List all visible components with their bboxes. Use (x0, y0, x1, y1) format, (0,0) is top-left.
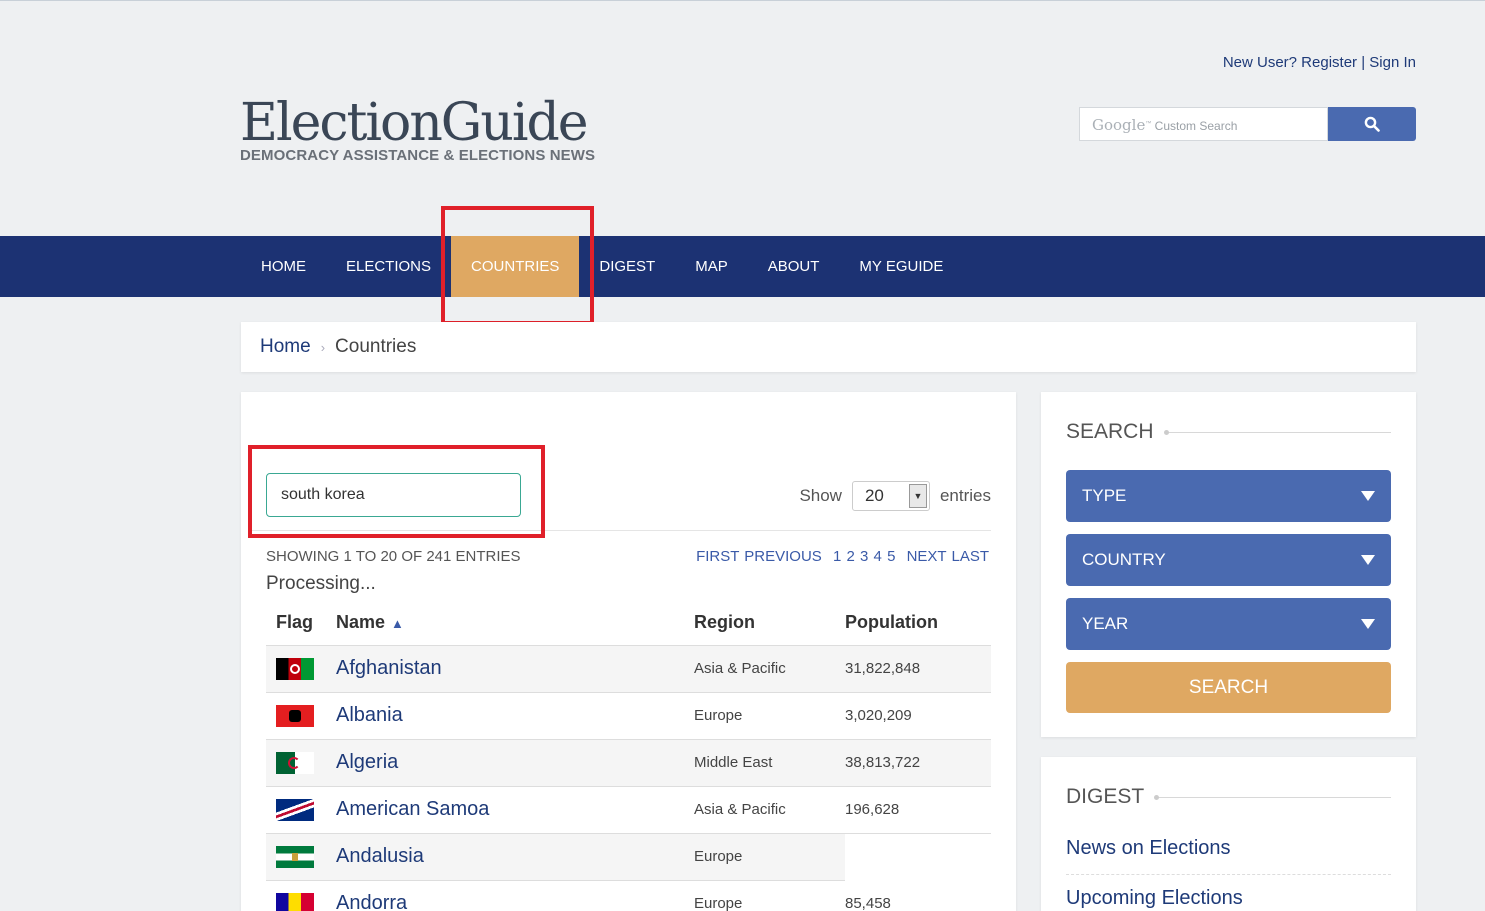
logo-tagline: DEMOCRACY ASSISTANCE & ELECTIONS NEWS (240, 147, 596, 164)
pager-page-4[interactable]: 4 (874, 548, 882, 565)
title-divider (1154, 794, 1391, 800)
column-header-name[interactable]: Name ▲ (336, 601, 694, 646)
pagination: FIRST PREVIOUS 1 2 3 4 5 NEXT LAST (696, 548, 989, 565)
column-header-region[interactable]: Region (694, 601, 845, 646)
pager-last[interactable]: LAST (951, 548, 989, 565)
breadcrumb-current: Countries (335, 336, 417, 357)
site-search-input[interactable]: Google™ Custom Search (1079, 107, 1328, 141)
chevron-down-icon: ▼ (908, 484, 927, 508)
column-header-name-label: Name (336, 612, 386, 633)
countries-table: Flag Name ▲ Region Population Afghanistan… (266, 601, 991, 911)
digest-link-news[interactable]: News on Elections (1066, 825, 1391, 875)
pager-next[interactable]: NEXT (907, 548, 947, 565)
entries-length-control: Show 20 ▼ entries (799, 481, 991, 511)
table-info: SHOWING 1 TO 20 OF 241 ENTRIES (266, 548, 521, 565)
entries-label: entries (939, 486, 991, 505)
entries-select-value: 20 (864, 486, 884, 505)
pager-page-5[interactable]: 5 (887, 548, 895, 565)
logo-title: ElectionGuide (240, 93, 589, 153)
search-widget: SEARCH TYPE COUNTRY YEAR SEARCH (1041, 392, 1416, 737)
table-row: American Samoa Asia & Pacific 196,628 (266, 786, 991, 834)
breadcrumb-separator: › (320, 339, 326, 355)
country-population: 85,458 (845, 880, 991, 911)
pager-previous[interactable]: PREVIOUS (744, 548, 822, 565)
country-name-link[interactable]: American Samoa (336, 786, 694, 834)
country-region: Europe (694, 692, 845, 740)
country-region: Middle East (694, 739, 845, 787)
account-links: New User? Register | Sign In (1223, 54, 1416, 71)
digest-widget-title-text: DIGEST (1066, 785, 1145, 808)
search-widget-title: SEARCH (1066, 420, 1391, 444)
year-dropdown[interactable]: YEAR (1066, 598, 1391, 650)
caret-down-icon (1361, 619, 1375, 629)
search-widget-title-text: SEARCH (1066, 420, 1154, 443)
highlight-box-countries (441, 206, 594, 325)
table-row: Algeria Middle East 38,813,722 (266, 739, 991, 787)
pager-first[interactable]: FIRST (696, 548, 739, 565)
country-name-link[interactable]: Afghanistan (336, 645, 694, 693)
nav-about[interactable]: ABOUT (748, 236, 840, 297)
show-label: Show (799, 486, 842, 505)
nav-home[interactable]: HOME (241, 236, 326, 297)
nav-elections[interactable]: ELECTIONS (326, 236, 451, 297)
country-name-link[interactable]: Andalusia (336, 833, 694, 881)
pager-page-1[interactable]: 1 (833, 548, 841, 565)
caret-down-icon (1361, 555, 1375, 565)
type-dropdown[interactable]: TYPE (1066, 470, 1391, 522)
digest-link-upcoming[interactable]: Upcoming Elections (1066, 875, 1391, 911)
processing-indicator: Processing... (266, 573, 376, 594)
andalusia-flag-icon (276, 845, 314, 868)
nav-my-eguide[interactable]: MY EGUIDE (839, 236, 963, 297)
digest-widget: DIGEST News on Elections Upcoming Electi… (1041, 757, 1416, 911)
country-region: Europe (694, 880, 845, 911)
table-row: Albania Europe 3,020,209 (266, 692, 991, 740)
afghanistan-flag-icon (276, 657, 314, 680)
site-logo[interactable]: ElectionGuide DEMOCRACY ASSISTANCE & ELE… (240, 93, 595, 164)
sort-asc-icon: ▲ (391, 616, 404, 632)
pager-page-3[interactable]: 3 (860, 548, 868, 565)
algeria-flag-icon (276, 751, 314, 774)
main-nav: HOME ELECTIONS COUNTRIES DIGEST MAP ABOU… (0, 236, 1485, 297)
entries-select[interactable]: 20 ▼ (851, 481, 930, 511)
title-divider (1163, 429, 1391, 435)
column-header-population[interactable]: Population (845, 601, 991, 646)
sign-in-link[interactable]: Sign In (1369, 54, 1416, 71)
country-population (845, 833, 991, 880)
country-dropdown-label: COUNTRY (1082, 550, 1166, 569)
american-samoa-flag-icon (276, 798, 314, 821)
sidebar-search-button[interactable]: SEARCH (1066, 662, 1391, 713)
caret-down-icon (1361, 491, 1375, 501)
search-placeholder: Custom Search (1154, 119, 1238, 133)
type-dropdown-label: TYPE (1082, 486, 1127, 505)
andorra-flag-icon (276, 892, 314, 911)
breadcrumb-home[interactable]: Home (260, 336, 311, 358)
breadcrumb: Home › Countries (241, 322, 1416, 372)
country-population: 196,628 (845, 786, 991, 834)
pager-page-2[interactable]: 2 (847, 548, 855, 565)
nav-map[interactable]: MAP (675, 236, 748, 297)
country-population: 31,822,848 (845, 645, 991, 693)
search-icon (1364, 116, 1380, 132)
highlight-box-filter (248, 445, 545, 538)
country-population: 38,813,722 (845, 739, 991, 787)
search-brand: Google (1092, 116, 1146, 134)
table-row: Afghanistan Asia & Pacific 31,822,848 (266, 645, 991, 693)
country-region: Asia & Pacific (694, 786, 845, 834)
country-name-link[interactable]: Andorra (336, 880, 694, 911)
account-links-separator: | (1361, 54, 1366, 71)
country-region: Asia & Pacific (694, 645, 845, 693)
table-row: Andalusia Europe (266, 833, 991, 881)
register-link[interactable]: New User? Register (1223, 54, 1357, 71)
country-name-link[interactable]: Algeria (336, 739, 694, 787)
country-dropdown[interactable]: COUNTRY (1066, 534, 1391, 586)
digest-widget-title: DIGEST (1066, 785, 1391, 809)
column-header-flag: Flag (266, 601, 336, 646)
country-population: 3,020,209 (845, 692, 991, 740)
country-region: Europe (694, 833, 845, 881)
country-name-link[interactable]: Albania (336, 692, 694, 740)
table-row: Andorra Europe 85,458 (266, 880, 991, 911)
year-dropdown-label: YEAR (1082, 614, 1129, 633)
albania-flag-icon (276, 704, 314, 727)
site-search-button[interactable] (1328, 107, 1416, 141)
